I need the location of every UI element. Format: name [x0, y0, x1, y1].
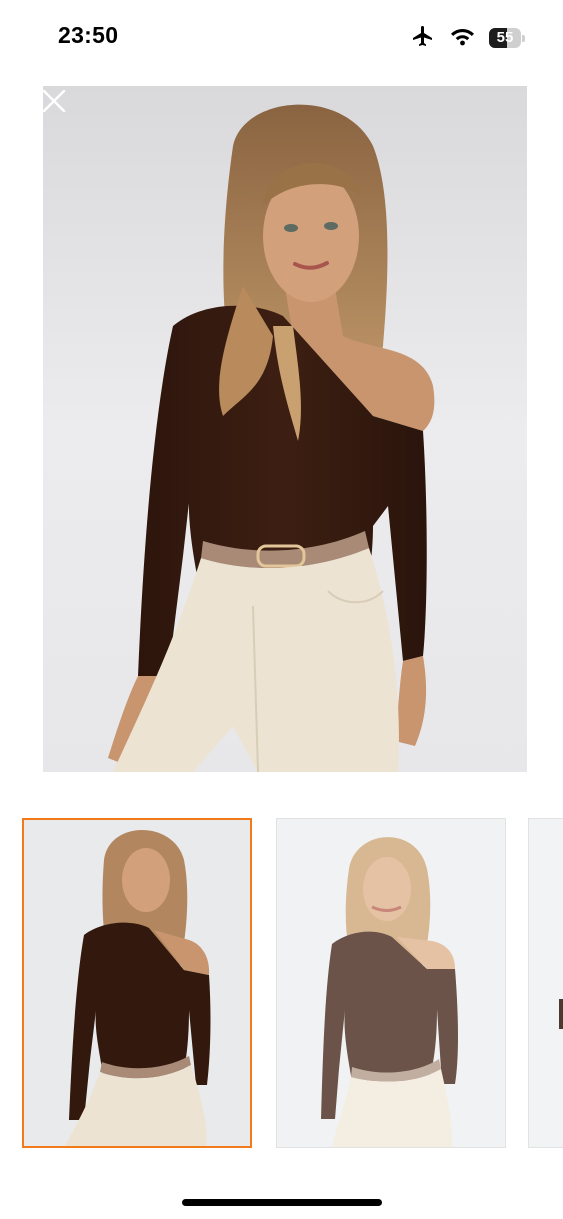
thumbnail-image: [24, 820, 250, 1146]
thumbnail-3[interactable]: [528, 818, 563, 1148]
close-button[interactable]: [39, 86, 69, 116]
status-icons: 55: [410, 25, 525, 51]
battery-percent: 55: [496, 29, 514, 46]
thumbnail-2[interactable]: [276, 818, 506, 1148]
status-bar: 23:50 55: [0, 0, 563, 76]
battery-icon: 55: [489, 28, 521, 48]
battery-nub: [522, 34, 525, 42]
main-product-image[interactable]: [43, 86, 527, 772]
thumbnail-image: [529, 819, 563, 1147]
model-photo: [43, 86, 527, 772]
wifi-icon: [450, 26, 475, 51]
close-icon: [42, 89, 66, 113]
status-time: 23:50: [58, 22, 119, 48]
thumbnail-strip[interactable]: [0, 818, 563, 1150]
thumbnail-image: [277, 819, 505, 1147]
airplane-icon: [410, 24, 436, 53]
thumbnail-1[interactable]: [22, 818, 252, 1148]
home-indicator: [182, 1199, 382, 1206]
